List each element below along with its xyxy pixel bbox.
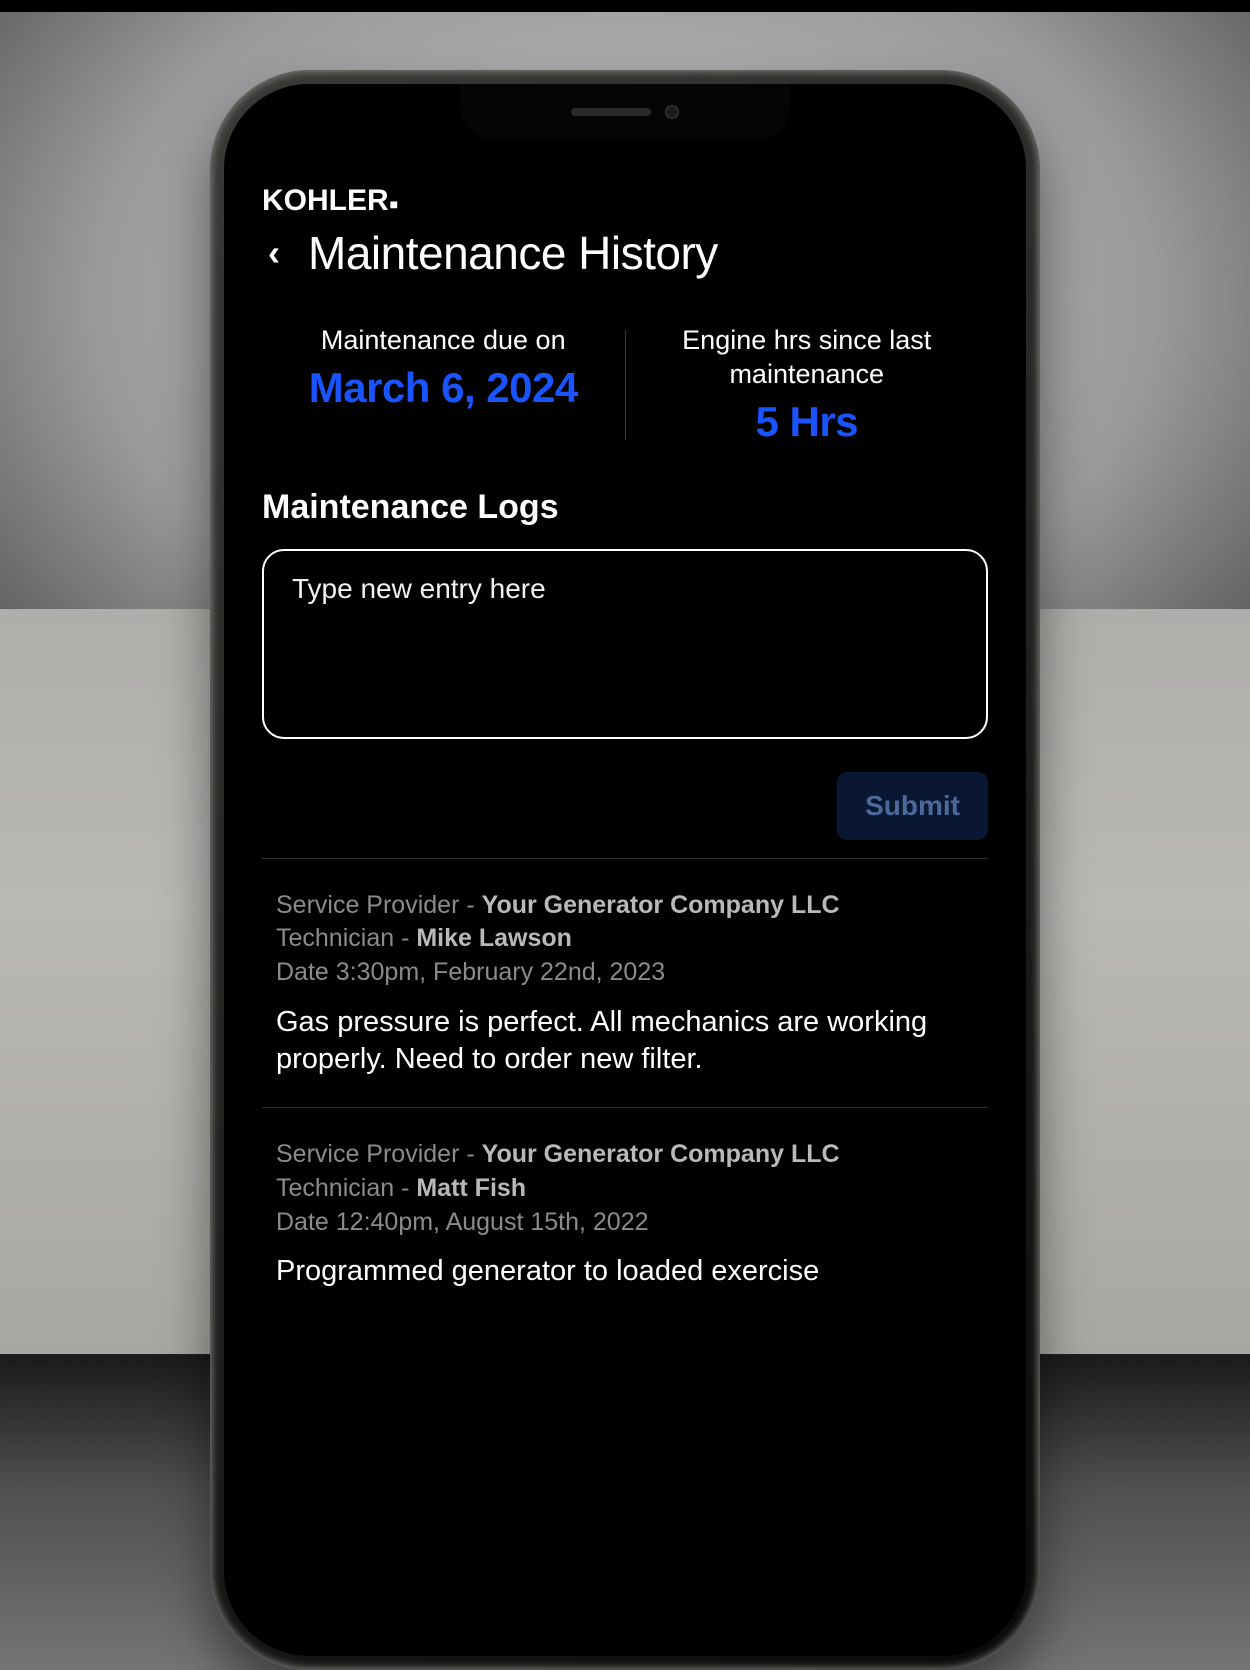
brand-logo: KOHLER■ — [262, 184, 988, 218]
log-provider-line: Service Provider - Your Generator Compan… — [276, 1138, 974, 1172]
technician-value: Matt Fish — [416, 1174, 526, 1202]
brand-dot-icon: ■ — [390, 196, 398, 212]
back-button[interactable]: ‹ — [262, 231, 286, 275]
provider-value: Your Generator Company LLC — [482, 1140, 840, 1168]
device-notch — [460, 84, 790, 140]
stat-due-value: March 6, 2024 — [309, 364, 578, 412]
provider-label: Service Provider - — [276, 1140, 482, 1168]
app-screen: KOHLER■ ‹ Maintenance History Maintenanc… — [224, 84, 1026, 1656]
submit-button[interactable]: Submit — [837, 772, 988, 840]
date-value: 12:40pm, August 15th, 2022 — [336, 1208, 649, 1236]
log-technician-line: Technician - Matt Fish — [276, 1172, 974, 1206]
stat-hours-value: 5 Hrs — [755, 398, 858, 446]
stat-hours: Engine hrs since last maintenance 5 Hrs — [626, 324, 989, 446]
technician-value: Mike Lawson — [416, 924, 572, 952]
date-value: 3:30pm, February 22nd, 2023 — [336, 958, 665, 986]
date-label: Date — [276, 958, 336, 986]
brand-text: KOHLER — [262, 184, 389, 218]
log-body: Programmed generator to loaded exercise — [276, 1253, 974, 1291]
horizontal-divider — [262, 1107, 988, 1108]
new-entry-input[interactable] — [262, 549, 988, 739]
log-date-line: Date 3:30pm, February 22nd, 2023 — [276, 956, 974, 990]
logs-section-title: Maintenance Logs — [262, 488, 988, 527]
log-entry: Service Provider - Your Generator Compan… — [262, 889, 988, 1090]
stat-due-label: Maintenance due on — [321, 324, 566, 358]
speaker-grille — [571, 108, 651, 116]
log-body: Gas pressure is perfect. All mechanics a… — [276, 1004, 974, 1079]
stat-due: Maintenance due on March 6, 2024 — [262, 324, 625, 446]
stat-hours-label: Engine hrs since last maintenance — [636, 324, 979, 392]
provider-value: Your Generator Company LLC — [482, 891, 840, 919]
date-label: Date — [276, 1208, 336, 1236]
horizontal-divider — [262, 858, 988, 859]
chevron-left-icon: ‹ — [268, 232, 280, 273]
phone-frame: KOHLER■ ‹ Maintenance History Maintenanc… — [210, 70, 1040, 1670]
log-entry: Service Provider - Your Generator Compan… — [262, 1138, 988, 1301]
stats-panel: Maintenance due on March 6, 2024 Engine … — [262, 324, 988, 446]
provider-label: Service Provider - — [276, 891, 482, 919]
page-title: Maintenance History — [308, 226, 718, 280]
log-technician-line: Technician - Mike Lawson — [276, 922, 974, 956]
technician-label: Technician - — [276, 1174, 416, 1202]
log-date-line: Date 12:40pm, August 15th, 2022 — [276, 1206, 974, 1240]
front-camera — [665, 105, 679, 119]
log-provider-line: Service Provider - Your Generator Compan… — [276, 889, 974, 923]
technician-label: Technician - — [276, 924, 416, 952]
